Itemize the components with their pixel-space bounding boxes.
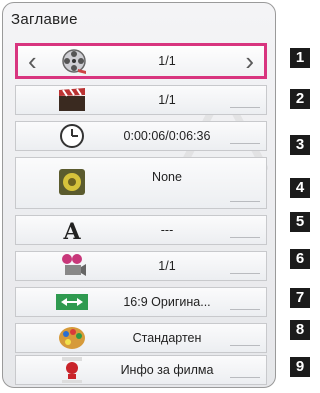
callout-2: 2 xyxy=(290,89,310,109)
row-movie-info[interactable]: Инфо за филма xyxy=(15,355,267,385)
clock-icon xyxy=(50,122,94,150)
clapperboard-icon xyxy=(50,86,94,114)
row-title-selector[interactable]: ‹ 1/1 › xyxy=(15,43,267,79)
options-panel: Заглавие ‹ 1/1 › 1/1 0:00:06/0:06:36 Non… xyxy=(2,2,276,388)
picture-mode-palette-icon xyxy=(50,324,94,352)
aspect-ratio-icon xyxy=(50,288,94,316)
callout-9: 9 xyxy=(290,357,310,377)
row-time[interactable]: 0:00:06/0:06:36 xyxy=(15,121,267,151)
next-arrow-icon[interactable]: › xyxy=(245,48,254,74)
movie-info-value: Инфо за филма xyxy=(120,363,214,377)
row-divider xyxy=(230,377,260,378)
callout-6: 6 xyxy=(290,249,310,269)
panel-title: Заглавие xyxy=(11,11,78,28)
angle-value: 1/1 xyxy=(158,259,176,273)
row-aspect-ratio[interactable]: 16:9 Оригина... xyxy=(15,287,267,317)
picture-mode-value: Стандартен xyxy=(132,331,202,345)
subtitle-value: --- xyxy=(160,223,174,237)
title-value: 1/1 xyxy=(158,54,176,68)
callout-3: 3 xyxy=(290,135,310,155)
svg-text:A: A xyxy=(62,219,81,242)
row-audio[interactable]: None xyxy=(15,157,267,209)
movie-info-icon xyxy=(50,356,94,384)
callout-1: 1 xyxy=(290,48,310,68)
callout-4: 4 xyxy=(290,178,310,198)
aspect-ratio-value: 16:9 Оригина... xyxy=(123,295,211,309)
row-divider xyxy=(230,273,260,274)
camera-angle-icon xyxy=(50,252,94,280)
subtitle-a-icon: A xyxy=(50,216,94,244)
movie-reel-icon xyxy=(52,47,96,75)
row-divider xyxy=(230,143,260,144)
time-value: 0:00:06/0:06:36 xyxy=(123,129,211,143)
callout-8: 8 xyxy=(290,320,310,340)
row-subtitle[interactable]: A --- xyxy=(15,215,267,245)
row-divider xyxy=(230,345,260,346)
row-divider xyxy=(230,201,260,202)
callout-7: 7 xyxy=(290,288,310,308)
chapter-value: 1/1 xyxy=(158,93,176,107)
audio-value: None xyxy=(152,170,182,184)
row-divider xyxy=(230,309,260,310)
row-chapter[interactable]: 1/1 xyxy=(15,85,267,115)
row-divider xyxy=(230,107,260,108)
row-picture-mode[interactable]: Стандартен xyxy=(15,323,267,353)
callout-5: 5 xyxy=(290,212,310,232)
row-divider xyxy=(230,237,260,238)
prev-arrow-icon[interactable]: ‹ xyxy=(28,48,37,74)
speaker-icon xyxy=(50,168,94,196)
row-angle[interactable]: 1/1 xyxy=(15,251,267,281)
